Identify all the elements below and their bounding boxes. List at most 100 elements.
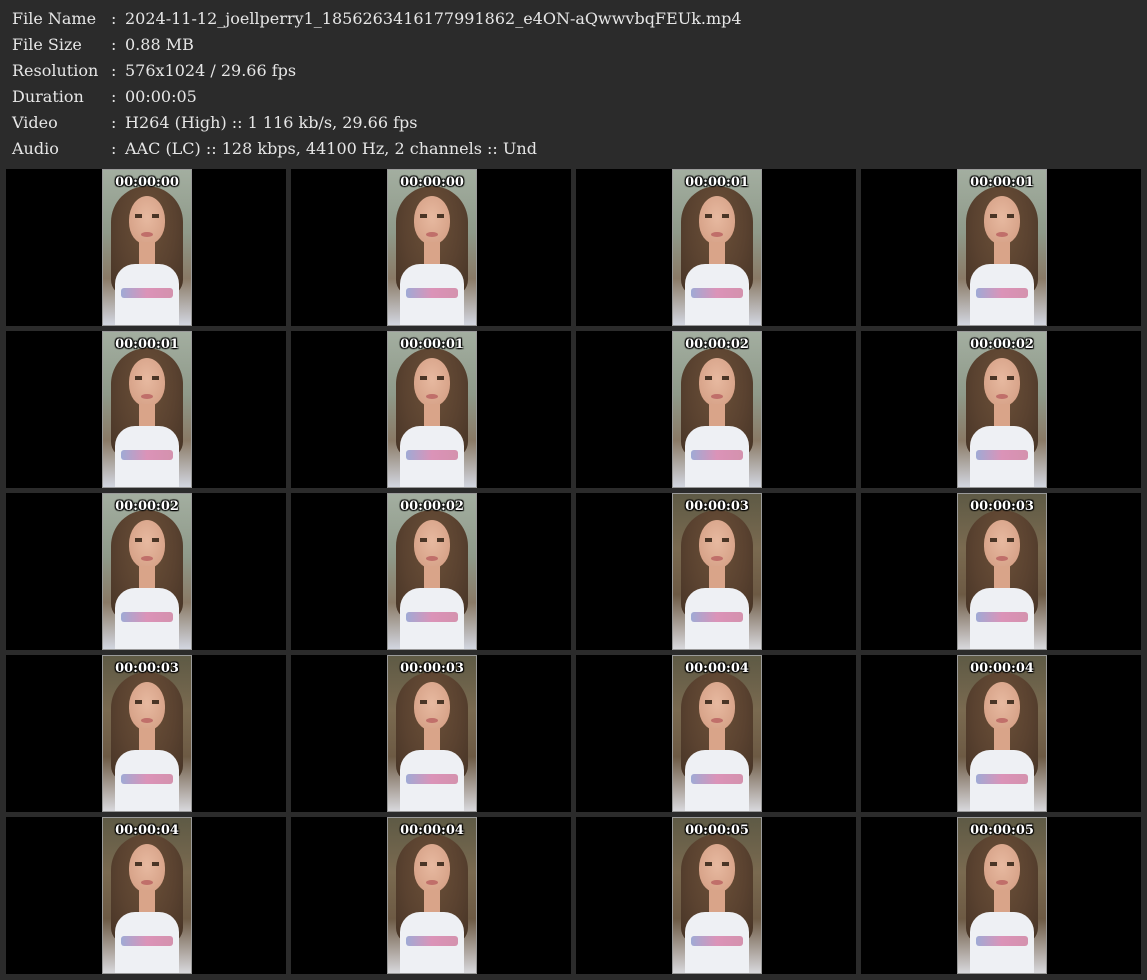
frame-neck — [709, 404, 725, 426]
timestamp-label: 00:00:01 — [970, 175, 1034, 190]
frame-neck — [994, 566, 1010, 588]
thumbnail-cell[interactable]: 00:00:03 — [6, 655, 286, 812]
timestamp-label: 00:00:00 — [400, 175, 464, 190]
frame-shirt-text — [406, 774, 458, 784]
frame-eyes — [420, 862, 444, 866]
frame-lips — [996, 718, 1008, 723]
frame-lips — [426, 394, 438, 399]
info-value: 2024-11-12_joellperry1_18562634161779918… — [125, 9, 742, 28]
frame-eyes — [135, 700, 159, 704]
frame-shirt-text — [691, 936, 743, 946]
frame-eyes — [705, 214, 729, 218]
thumbnail-cell[interactable]: 00:00:05 — [861, 817, 1141, 974]
video-frame-image: 00:00:03 — [387, 655, 477, 812]
info-value: AAC (LC) :: 128 kbps, 44100 Hz, 2 channe… — [125, 139, 537, 158]
frame-shirt-text — [121, 936, 173, 946]
video-frame-image: 00:00:04 — [957, 655, 1047, 812]
frame-eyes — [420, 376, 444, 380]
thumbnail-cell[interactable]: 00:00:01 — [6, 331, 286, 488]
thumbnail-cell[interactable]: 00:00:04 — [576, 655, 856, 812]
thumbnail-cell[interactable]: 00:00:04 — [861, 655, 1141, 812]
frame-neck — [424, 242, 440, 264]
info-row-file-name: File Name : 2024-11-12_joellperry1_18562… — [12, 6, 742, 32]
frame-lips — [426, 556, 438, 561]
thumbnail-cell[interactable]: 00:00:00 — [291, 169, 571, 326]
thumbnail-cell[interactable]: 00:00:02 — [6, 493, 286, 650]
info-separator: : — [111, 9, 117, 28]
frame-eyes — [990, 862, 1014, 866]
media-info: File Name : 2024-11-12_joellperry1_18562… — [12, 6, 742, 162]
thumbnail-cell[interactable]: 00:00:01 — [291, 331, 571, 488]
info-separator: : — [111, 61, 117, 80]
frame-lips — [711, 556, 723, 561]
frame-shirt-text — [121, 288, 173, 298]
thumbnail-cell[interactable]: 00:00:03 — [861, 493, 1141, 650]
info-value: H264 (High) :: 1 116 kb/s, 29.66 fps — [125, 113, 418, 132]
video-frame-image: 00:00:01 — [102, 331, 192, 488]
frame-shirt-text — [406, 612, 458, 622]
thumbnail-cell[interactable]: 00:00:01 — [576, 169, 856, 326]
info-row-duration: Duration : 00:00:05 — [12, 84, 742, 110]
timestamp-label: 00:00:00 — [115, 175, 179, 190]
frame-shirt-text — [691, 288, 743, 298]
frame-shirt-text — [406, 936, 458, 946]
frame-neck — [139, 890, 155, 912]
frame-eyes — [990, 376, 1014, 380]
frame-shirt-text — [121, 450, 173, 460]
thumbnail-cell[interactable]: 00:00:02 — [861, 331, 1141, 488]
contact-sheet: File Name : 2024-11-12_joellperry1_18562… — [0, 0, 1147, 980]
video-frame-image: 00:00:02 — [957, 331, 1047, 488]
info-row-video: Video : H264 (High) :: 1 116 kb/s, 29.66… — [12, 110, 742, 136]
frame-eyes — [705, 376, 729, 380]
thumbnail-cell[interactable]: 00:00:01 — [861, 169, 1141, 326]
timestamp-label: 00:00:05 — [685, 823, 749, 838]
frame-neck — [994, 404, 1010, 426]
info-separator: : — [111, 139, 117, 158]
video-frame-image: 00:00:02 — [672, 331, 762, 488]
info-row-audio: Audio : AAC (LC) :: 128 kbps, 44100 Hz, … — [12, 136, 742, 162]
timestamp-label: 00:00:02 — [400, 499, 464, 514]
frame-neck — [139, 728, 155, 750]
frame-shirt-text — [406, 288, 458, 298]
thumbnail-grid: 00:00:00 00:00:00 00:00:01 00:00:01 00:00:01… — [6, 169, 1142, 974]
frame-eyes — [990, 538, 1014, 542]
frame-lips — [426, 232, 438, 237]
thumbnail-cell[interactable]: 00:00:02 — [576, 331, 856, 488]
video-frame-image: 00:00:03 — [957, 493, 1047, 650]
video-frame-image: 00:00:03 — [102, 655, 192, 812]
frame-lips — [141, 718, 153, 723]
frame-lips — [711, 394, 723, 399]
video-frame-image: 00:00:01 — [387, 331, 477, 488]
info-separator: : — [111, 87, 117, 106]
timestamp-label: 00:00:01 — [400, 337, 464, 352]
info-label: Video — [12, 113, 58, 132]
info-label: Audio — [12, 139, 59, 158]
video-frame-image: 00:00:05 — [957, 817, 1047, 974]
thumbnail-cell[interactable]: 00:00:05 — [576, 817, 856, 974]
frame-shirt-text — [121, 774, 173, 784]
frame-neck — [139, 566, 155, 588]
timestamp-label: 00:00:03 — [970, 499, 1034, 514]
video-frame-image: 00:00:03 — [672, 493, 762, 650]
frame-eyes — [705, 700, 729, 704]
frame-lips — [996, 880, 1008, 885]
video-frame-image: 00:00:04 — [672, 655, 762, 812]
frame-lips — [141, 556, 153, 561]
thumbnail-cell[interactable]: 00:00:02 — [291, 493, 571, 650]
timestamp-label: 00:00:04 — [115, 823, 179, 838]
thumbnail-cell[interactable]: 00:00:04 — [291, 817, 571, 974]
thumbnail-cell[interactable]: 00:00:04 — [6, 817, 286, 974]
thumbnail-cell[interactable]: 00:00:00 — [6, 169, 286, 326]
info-label: Duration — [12, 87, 84, 106]
timestamp-label: 00:00:03 — [115, 661, 179, 676]
frame-shirt-text — [691, 774, 743, 784]
video-frame-image: 00:00:02 — [102, 493, 192, 650]
info-row-resolution: Resolution : 576x1024 / 29.66 fps — [12, 58, 742, 84]
frame-lips — [426, 718, 438, 723]
frame-neck — [139, 404, 155, 426]
frame-lips — [141, 232, 153, 237]
frame-neck — [994, 242, 1010, 264]
thumbnail-cell[interactable]: 00:00:03 — [576, 493, 856, 650]
thumbnail-cell[interactable]: 00:00:03 — [291, 655, 571, 812]
timestamp-label: 00:00:02 — [685, 337, 749, 352]
